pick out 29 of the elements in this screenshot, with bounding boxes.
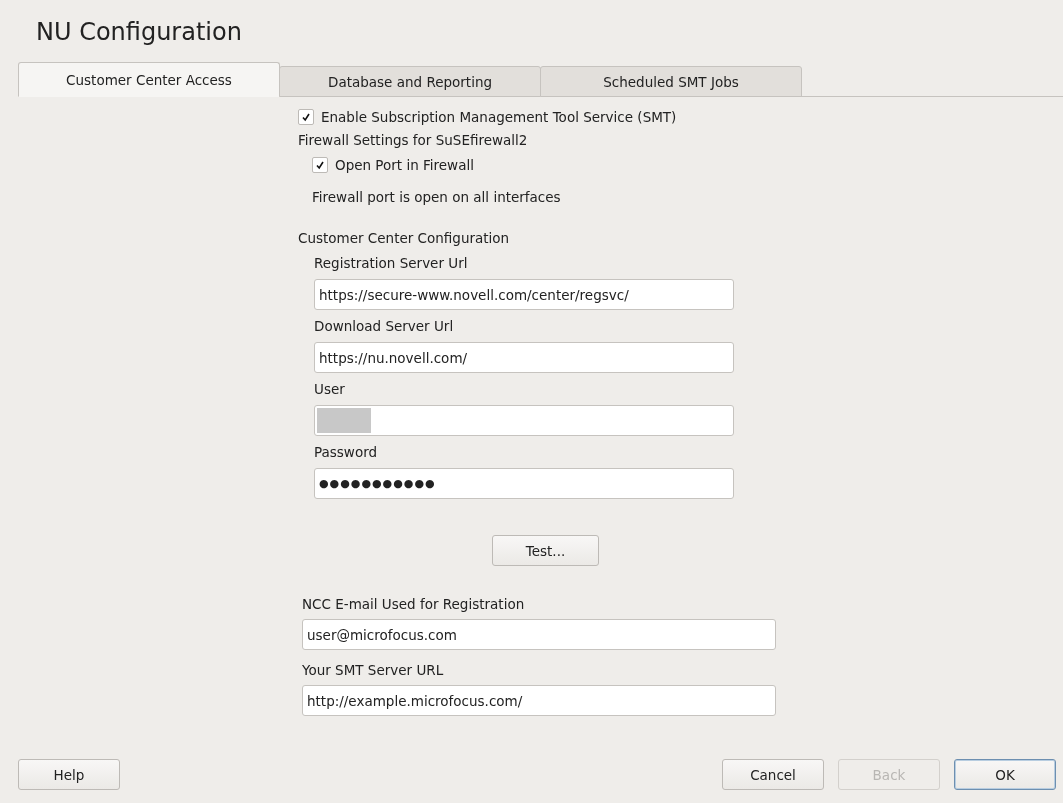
input-field[interactable]: https://nu.novell.com/ — [314, 342, 734, 373]
ok-button[interactable]: OK — [954, 759, 1056, 790]
field-label: User — [314, 380, 346, 399]
field-label: Password — [314, 443, 379, 462]
input-field[interactable]: user@microfocus.com — [302, 619, 776, 650]
field-label: Your SMT Server URL — [302, 661, 445, 680]
tab[interactable]: Database and Reporting — [279, 66, 541, 97]
checkbox-label: Open Port in Firewall — [335, 157, 474, 173]
section-heading: Customer Center Configuration — [298, 229, 511, 248]
field-label: NCC E-mail Used for Registration — [302, 595, 526, 614]
section-heading: Firewall Settings for SuSEfirewall2 — [298, 131, 529, 150]
cancel-button[interactable]: Cancel — [722, 759, 824, 790]
input-field[interactable]: ●●●●●●●●●●● — [314, 468, 734, 499]
help-button[interactable]: Help — [18, 759, 120, 790]
field-label: Registration Server Url — [314, 254, 469, 273]
checkbox[interactable] — [298, 109, 314, 125]
check-icon — [315, 160, 325, 170]
input-field[interactable]: http://example.microfocus.com/ — [302, 685, 776, 716]
test-button[interactable]: Test... — [492, 535, 599, 566]
firewall-status: Firewall port is open on all interfaces — [312, 188, 562, 207]
field-label: Download Server Url — [314, 317, 455, 336]
tab[interactable]: Customer Center Access — [18, 62, 280, 97]
input-field[interactable] — [314, 405, 734, 436]
checkbox[interactable] — [312, 157, 328, 173]
checkbox-label: Enable Subscription Management Tool Service (SMT) — [321, 109, 677, 125]
window-title: NU Configuration — [36, 17, 243, 48]
input-field[interactable]: https://secure-www.novell.com/center/regsvc/ — [314, 279, 734, 310]
check-icon — [301, 112, 311, 122]
tab[interactable]: Scheduled SMT Jobs — [540, 66, 802, 97]
